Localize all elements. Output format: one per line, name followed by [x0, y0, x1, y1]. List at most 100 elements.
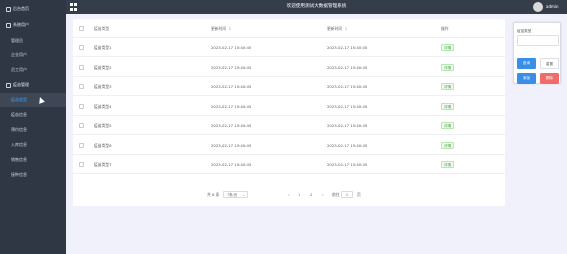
cell-action: 详情 [441, 136, 455, 155]
cell-time: 2023-02-17 15:40:45 [327, 84, 368, 89]
cell-time: 2023-02-17 15:40:45 [211, 84, 252, 89]
row-checkbox[interactable] [79, 64, 84, 70]
row-checkbox[interactable] [79, 45, 84, 50]
cell-time: 2023-02-17 15:40:45 [327, 123, 368, 128]
page-suffix: 页 [357, 192, 361, 197]
add-button[interactable]: 添加 [517, 73, 536, 84]
cell-time: 2023-02-17 15:40:45 [211, 103, 252, 109]
sidebar-item[interactable]: 预约信息 [0, 123, 66, 137]
cell-type: 疫苗类型1 [94, 45, 112, 50]
search-panel: 疫苗类型 查询 重置 添加 删除 [513, 22, 561, 84]
page-number[interactable]: 1 [298, 189, 300, 200]
cell-action: 详情 [441, 116, 455, 135]
sidebar-item-label: 疫苗信息 [11, 112, 27, 117]
sidebar-item-label: 入库信息 [11, 142, 27, 147]
query-button[interactable]: 查询 [517, 58, 536, 69]
chevron-down-icon: ⌄ [242, 193, 245, 197]
pagination: 共 8 条 7条/页 ⌄ ‹ 1 2 › 前往 1 页 [73, 189, 505, 200]
sidebar-item-label: 预约信息 [11, 127, 27, 132]
column-header-time[interactable]: 更新时间 ⇕ [211, 19, 231, 38]
table-row: 疫苗类型4 2023-02-17 15:40:45 2023-02-17 15:40… [73, 97, 505, 116]
sidebar-item[interactable]: 管理员 [0, 34, 66, 48]
row-checkbox[interactable] [79, 142, 84, 148]
delete-button[interactable]: 删除 [540, 73, 559, 84]
cell-action: 详情 [441, 38, 455, 57]
sidebar-item[interactable]: 入库信息 [0, 138, 66, 152]
prev-page-icon[interactable]: ‹ [288, 189, 290, 200]
detail-button[interactable]: 详情 [441, 161, 455, 168]
cell-time: 2023-02-17 15:40:45 [211, 45, 252, 50]
page-number[interactable]: 2 [310, 189, 312, 200]
detail-button[interactable]: 详情 [441, 63, 455, 71]
sidebar-item-label: 系统用户 [13, 22, 29, 27]
page-title: 欢迎使用测试大数据管理系统 [286, 4, 347, 9]
cell-type: 疫苗类型7 [94, 162, 112, 167]
row-checkbox[interactable] [79, 162, 84, 167]
next-page-icon[interactable]: › [322, 189, 324, 200]
search-input[interactable] [517, 35, 559, 46]
sidebar-item-label: 员工用户 [11, 67, 27, 72]
table-row: 疫苗类型3 2023-02-17 15:40:45 2023-02-17 15:40… [73, 77, 505, 96]
cell-time: 2023-02-17 15:40:45 [211, 64, 252, 70]
sort-icon[interactable]: ⇕ [228, 26, 231, 31]
column-header-time-label: 更新时间 [327, 26, 343, 31]
detail-button[interactable]: 详情 [441, 141, 455, 149]
cell-action: 详情 [441, 155, 455, 174]
cell-type: 疫苗类型6 [94, 142, 112, 148]
column-header-time[interactable]: 更新时间 ⇕ [327, 19, 347, 38]
sidebar-item[interactable]: 员工用户 [0, 63, 66, 77]
sidebar: 后台首页系统用户管理员企业用户员工用户疫苗管理疫苗类型疫苗信息预约信息入库信息销… [0, 0, 66, 254]
detail-button[interactable]: 详情 [441, 83, 455, 90]
total-count: 共 8 条 [207, 192, 220, 197]
page-size-select[interactable]: 7条/页 ⌄ [223, 191, 248, 198]
sidebar-item-label: 管理员 [11, 38, 23, 43]
sidebar-item[interactable]: 接种信息 [0, 168, 66, 182]
sidebar-item[interactable]: 销售信息 [0, 153, 66, 167]
select-all-checkbox[interactable] [79, 26, 84, 31]
reset-button[interactable]: 重置 [540, 58, 559, 69]
sidebar-item[interactable]: 疫苗信息 [0, 108, 66, 122]
sidebar-item-label: 后台首页 [13, 6, 29, 11]
detail-button[interactable]: 详情 [441, 44, 455, 51]
column-header-time-label: 更新时间 [211, 26, 227, 31]
cell-time: 2023-02-17 15:40:45 [211, 142, 252, 148]
cell-time: 2023-02-17 15:40:45 [327, 142, 368, 148]
table-row: 疫苗类型6 2023-02-17 15:40:45 2023-02-17 15:40… [73, 136, 505, 155]
detail-button[interactable]: 详情 [441, 102, 455, 110]
table-header-row: 疫苗类型 更新时间 ⇕ 更新时间 ⇕ 操作 [73, 19, 505, 38]
sidebar-item-label: 企业用户 [11, 52, 27, 57]
table-row: 疫苗类型1 2023-02-17 15:40:45 2023-02-17 15:40… [73, 38, 505, 57]
detail-button[interactable]: 详情 [441, 122, 455, 129]
sidebar-item-label: 疫苗类型 [11, 97, 27, 102]
column-header-type: 疫苗类型 [94, 26, 110, 31]
sidebar-item[interactable]: 企业用户 [0, 48, 66, 62]
sort-icon[interactable]: ⇕ [344, 26, 347, 31]
row-checkbox[interactable] [79, 123, 84, 128]
sidebar-item[interactable]: 后台首页 [0, 2, 66, 16]
goto-page-input[interactable]: 1 [341, 191, 353, 198]
username[interactable]: admin [546, 0, 559, 14]
row-checkbox[interactable] [79, 84, 84, 89]
sidebar-item-label: 疫苗管理 [13, 82, 29, 87]
cell-time: 2023-02-17 15:40:45 [327, 45, 368, 50]
menu-icon [6, 82, 11, 88]
cell-time: 2023-02-17 15:40:45 [327, 64, 368, 70]
content-panel: 疫苗类型 更新时间 ⇕ 更新时间 ⇕ 操作 疫苗类型1 2023-02-17 15:4… [73, 19, 505, 206]
sidebar-item[interactable]: 疫苗类型 [0, 93, 66, 107]
goto-label: 前往 [332, 192, 340, 197]
menu-icon [6, 22, 11, 28]
cell-type: 疫苗类型4 [94, 103, 112, 109]
table-row: 疫苗类型7 2023-02-17 15:40:45 2023-02-17 15:40… [73, 155, 505, 174]
column-header-action: 操作 [441, 26, 449, 31]
cell-time: 2023-02-17 15:40:45 [327, 162, 368, 167]
cell-time: 2023-02-17 15:40:45 [211, 123, 252, 128]
cell-action: 详情 [441, 97, 455, 116]
main-area: 疫苗类型 更新时间 ⇕ 更新时间 ⇕ 操作 疫苗类型1 2023-02-17 15:4… [66, 14, 567, 254]
avatar[interactable] [533, 2, 543, 12]
row-checkbox[interactable] [79, 103, 84, 109]
cell-type: 疫苗类型2 [94, 64, 112, 70]
sidebar-item[interactable]: 疫苗管理 [0, 78, 66, 92]
sidebar-item[interactable]: 系统用户 [0, 18, 66, 32]
menu-icon [6, 6, 11, 12]
cell-action: 详情 [441, 58, 455, 77]
